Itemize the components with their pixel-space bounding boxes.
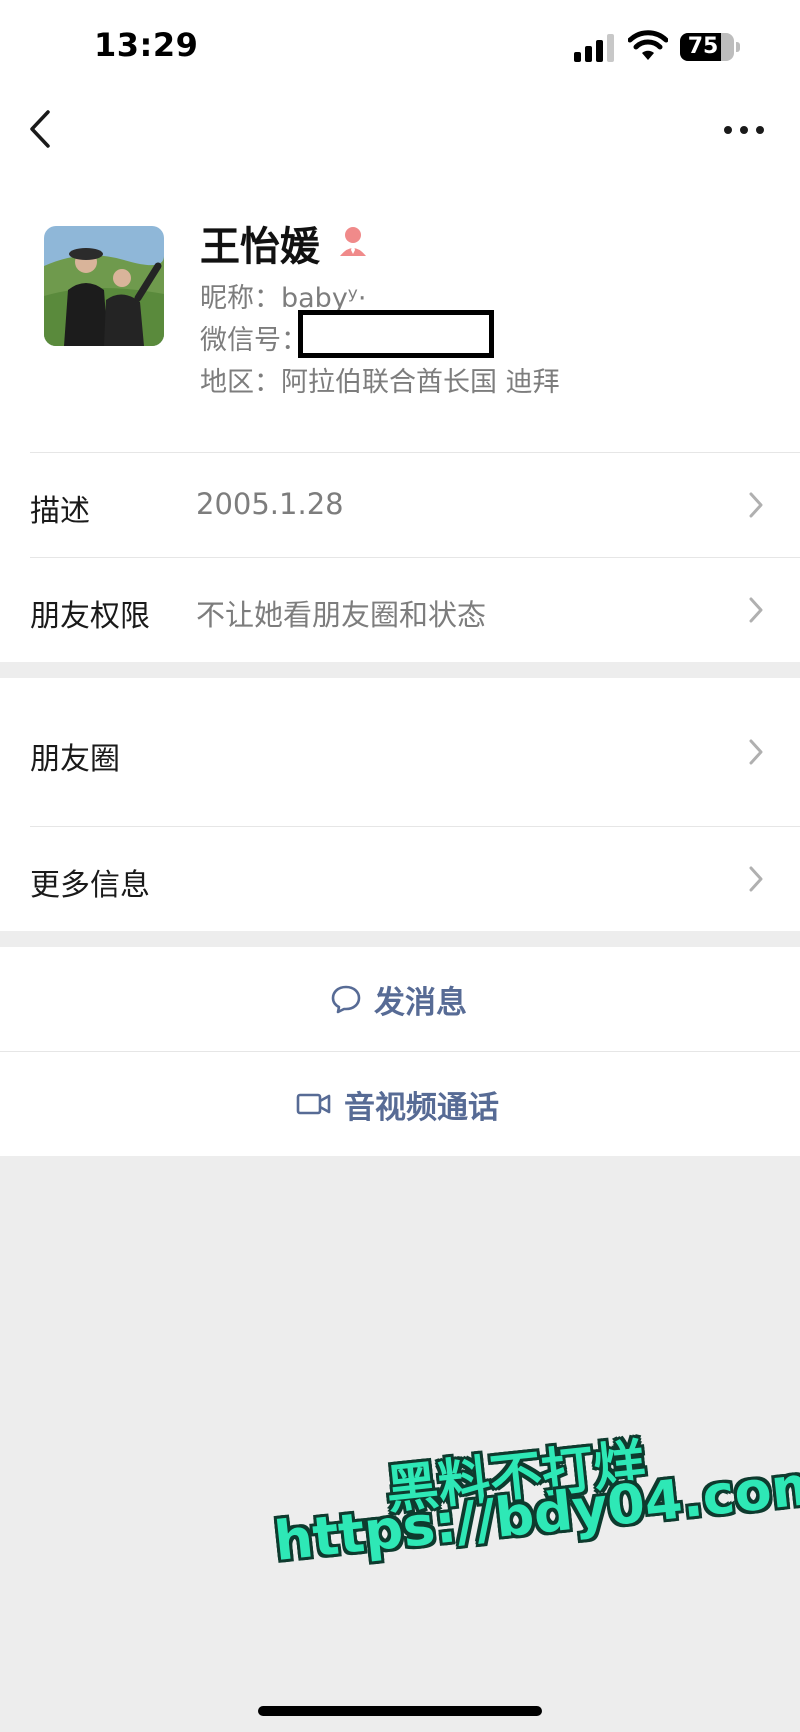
row-label: 朋友权限 <box>30 599 150 634</box>
section-gap <box>0 662 800 678</box>
wechat-id-label: 微信号： <box>200 325 308 356</box>
home-indicator <box>258 1706 542 1716</box>
send-message-button[interactable]: 发消息 <box>0 947 800 1051</box>
chevron-right-icon <box>749 739 763 765</box>
row-description[interactable]: 描述 2005.1.28 <box>0 453 800 557</box>
more-icon[interactable] <box>722 110 766 150</box>
row-label: 更多信息 <box>30 868 150 903</box>
send-message-label: 发消息 <box>374 984 467 1021</box>
back-icon[interactable] <box>22 106 62 152</box>
battery-icon: 75 <box>680 33 740 61</box>
av-call-label: 音视频通话 <box>344 1089 499 1126</box>
wechat-id-redaction <box>298 310 494 358</box>
row-value: 不让她看朋友圈和状态 <box>196 598 487 632</box>
chevron-right-icon <box>749 866 763 892</box>
av-call-button[interactable]: 音视频通话 <box>0 1052 800 1156</box>
row-label: 描述 <box>30 494 90 529</box>
section-gap <box>0 931 800 947</box>
chevron-right-icon <box>749 597 763 623</box>
avatar[interactable] <box>44 226 164 346</box>
star-friend-icon <box>340 227 366 256</box>
region-line: 地区：阿拉伯联合酋长国 迪拜 <box>200 367 560 398</box>
row-label: 朋友圈 <box>30 742 120 777</box>
chevron-right-icon <box>749 492 763 518</box>
contact-name: 王怡媛 <box>200 224 320 270</box>
row-moments[interactable]: 朋友圈 <box>0 678 800 826</box>
video-call-icon <box>296 1093 331 1115</box>
row-friend-permission[interactable]: 朋友权限 不让她看朋友圈和状态 <box>0 558 800 662</box>
status-time: 13:29 <box>94 26 199 64</box>
chat-bubble-icon <box>331 985 361 1014</box>
battery-percent: 75 <box>687 34 719 59</box>
row-more-info[interactable]: 更多信息 <box>0 827 800 931</box>
signal-icon <box>574 34 614 62</box>
row-value: 2005.1.28 <box>196 487 344 521</box>
wifi-icon <box>628 30 668 60</box>
